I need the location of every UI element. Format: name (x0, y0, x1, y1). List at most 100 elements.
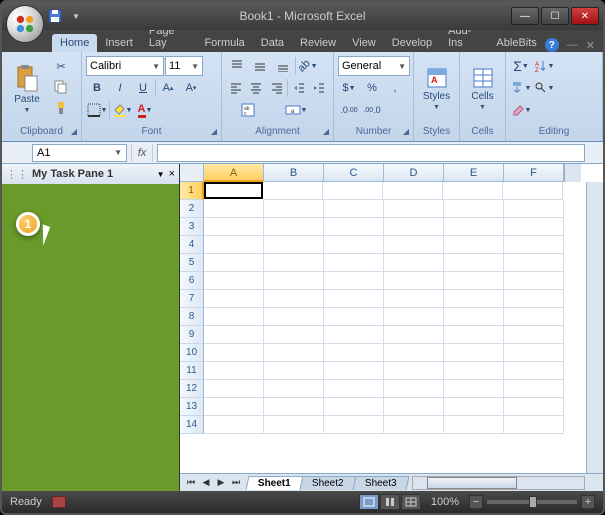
cell[interactable] (204, 272, 264, 290)
cell[interactable] (204, 290, 264, 308)
align-middle-button[interactable] (249, 56, 271, 76)
cell[interactable] (324, 344, 384, 362)
cell[interactable] (204, 344, 264, 362)
cell[interactable] (504, 254, 564, 272)
align-top-button[interactable] (226, 56, 248, 76)
task-pane-grip-icon[interactable]: ⋮⋮ (6, 168, 28, 181)
cell[interactable] (264, 236, 324, 254)
cell[interactable] (444, 416, 504, 434)
maximize-button[interactable]: ☐ (541, 7, 569, 25)
row-header[interactable]: 14 (180, 416, 204, 434)
cell[interactable] (504, 416, 564, 434)
bold-button[interactable]: B (86, 78, 108, 98)
select-all-button[interactable] (180, 164, 204, 182)
cell[interactable] (263, 182, 323, 200)
cell[interactable] (204, 362, 264, 380)
cell[interactable] (384, 308, 444, 326)
cell[interactable] (324, 290, 384, 308)
row-header[interactable]: 5 (180, 254, 204, 272)
cell[interactable] (444, 200, 504, 218)
cell[interactable] (384, 218, 444, 236)
help-icon[interactable]: ? (545, 38, 559, 52)
cell[interactable] (443, 182, 503, 200)
cell[interactable] (504, 272, 564, 290)
fill-button[interactable]: ▼ (510, 78, 532, 98)
cell[interactable] (324, 254, 384, 272)
inner-close-icon[interactable]: ✕ (586, 39, 595, 52)
grow-font-button[interactable]: A▴ (157, 78, 179, 98)
autosum-button[interactable]: Σ▼ (510, 56, 532, 76)
cell[interactable] (504, 344, 564, 362)
row-header[interactable]: 11 (180, 362, 204, 380)
cell[interactable] (503, 182, 563, 200)
col-header[interactable]: C (324, 164, 384, 182)
sheet-tab[interactable]: Sheet3 (352, 476, 409, 490)
cell[interactable] (444, 290, 504, 308)
cell[interactable] (204, 236, 264, 254)
tab-view[interactable]: View (344, 34, 384, 52)
cell[interactable] (444, 272, 504, 290)
fill-color-button[interactable]: ▼ (111, 100, 133, 120)
cell[interactable] (504, 236, 564, 254)
page-layout-view-button[interactable] (380, 494, 400, 510)
italic-button[interactable]: I (109, 78, 131, 98)
format-painter-button[interactable] (50, 98, 72, 118)
col-header[interactable]: B (264, 164, 324, 182)
orientation-button[interactable]: ab▼ (297, 56, 319, 76)
cell[interactable] (504, 398, 564, 416)
zoom-out-button[interactable]: − (469, 495, 483, 509)
tab-formulas[interactable]: Formula (196, 34, 252, 52)
cell[interactable] (324, 236, 384, 254)
cell[interactable] (384, 362, 444, 380)
increase-decimal-button[interactable]: .0.00 (338, 100, 360, 120)
row-header[interactable]: 1 (180, 182, 204, 200)
cell[interactable] (324, 218, 384, 236)
cell[interactable] (324, 326, 384, 344)
insert-function-button[interactable]: fx (131, 144, 153, 162)
merge-center-button[interactable]: a▼ (271, 100, 321, 120)
save-icon[interactable] (46, 7, 64, 25)
number-launcher-icon[interactable]: ◢ (403, 127, 409, 136)
copy-button[interactable] (50, 77, 72, 97)
alignment-launcher-icon[interactable]: ◢ (323, 127, 329, 136)
paste-button[interactable]: Paste ▼ (6, 56, 48, 122)
align-left-button[interactable] (226, 78, 245, 98)
task-pane-close-icon[interactable]: × (169, 168, 175, 180)
cell[interactable] (324, 272, 384, 290)
cell[interactable] (324, 200, 384, 218)
cell[interactable] (204, 254, 264, 272)
font-family-combo[interactable]: Calibri▼ (86, 56, 164, 76)
zoom-level[interactable]: 100% (431, 496, 459, 508)
minimize-button[interactable]: — (511, 7, 539, 25)
row-header[interactable]: 4 (180, 236, 204, 254)
page-break-view-button[interactable] (401, 494, 421, 510)
tab-data[interactable]: Data (253, 34, 292, 52)
cell[interactable] (384, 326, 444, 344)
align-center-button[interactable] (246, 78, 265, 98)
cell[interactable] (264, 254, 324, 272)
col-header[interactable]: F (504, 164, 564, 182)
cell[interactable] (504, 200, 564, 218)
cell[interactable] (204, 308, 264, 326)
formula-input[interactable] (157, 144, 585, 162)
align-right-button[interactable] (267, 78, 286, 98)
styles-button[interactable]: A Styles ▼ (418, 56, 455, 122)
cell[interactable] (444, 236, 504, 254)
cell[interactable] (264, 380, 324, 398)
cell[interactable] (204, 380, 264, 398)
cell[interactable] (504, 290, 564, 308)
font-color-button[interactable]: A▼ (134, 100, 156, 120)
col-header[interactable]: D (384, 164, 444, 182)
cell[interactable] (323, 182, 383, 200)
cell[interactable] (384, 236, 444, 254)
shrink-font-button[interactable]: A▾ (180, 78, 202, 98)
decrease-indent-button[interactable] (289, 78, 308, 98)
cell[interactable] (264, 218, 324, 236)
cut-button[interactable]: ✂ (50, 56, 72, 76)
hscroll-thumb[interactable] (427, 477, 517, 489)
tab-last-button[interactable]: ⏭ (229, 476, 243, 490)
cell[interactable] (444, 380, 504, 398)
tab-prev-button[interactable]: ◀ (199, 476, 213, 490)
zoom-thumb[interactable] (529, 496, 537, 508)
qat-dropdown-icon[interactable]: ▼ (67, 7, 85, 25)
